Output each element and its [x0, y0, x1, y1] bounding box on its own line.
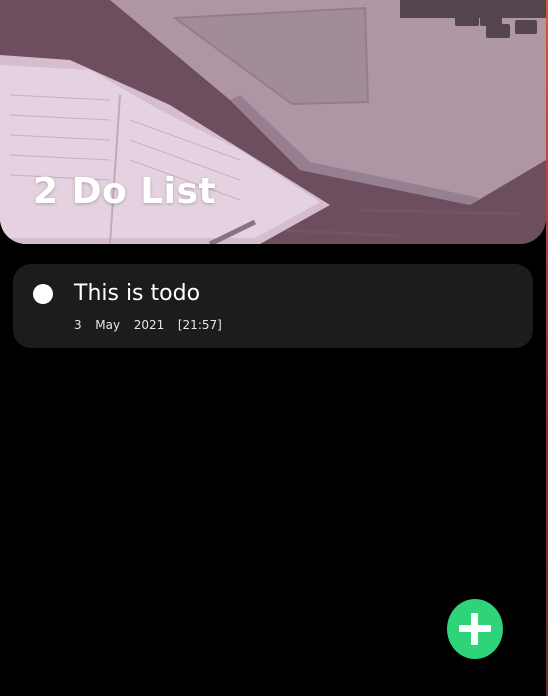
todo-text: This is todo — [74, 281, 201, 306]
app-title: 2 Do List — [33, 171, 217, 212]
header-banner: 2 Do List — [0, 0, 546, 244]
todo-item[interactable]: This is todo 3 May 2021 [21:57] — [13, 264, 533, 348]
plus-icon-vertical — [471, 613, 478, 645]
app-root: 2 Do List This is todo 3 May 2021 [21:57… — [0, 0, 548, 696]
todo-list: This is todo 3 May 2021 [21:57] — [13, 264, 533, 348]
add-todo-button[interactable] — [447, 599, 503, 659]
todo-date: 3 May 2021 [21:57] — [74, 318, 222, 332]
todo-status-circle-icon[interactable] — [33, 284, 53, 304]
